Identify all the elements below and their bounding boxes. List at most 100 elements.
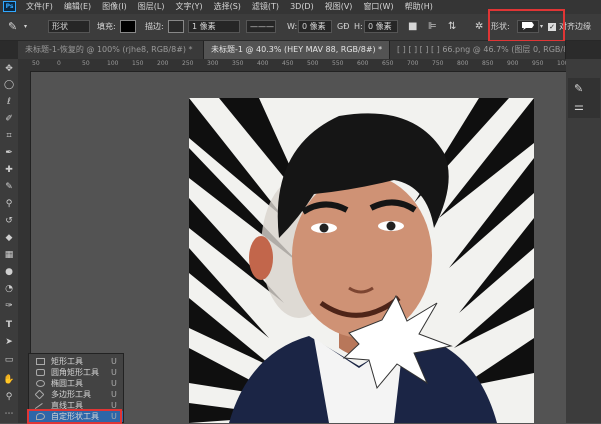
path-alignment-icon[interactable]: ⊫ [428, 14, 437, 40]
ruler-number: 50 [32, 60, 40, 67]
marquee-tool-icon[interactable]: ◯ [3, 79, 15, 91]
highlight-box-custom-shape [27, 409, 122, 424]
height-value: 0 像素 [368, 22, 392, 31]
more-tools-icon[interactable]: ⋯ [3, 408, 15, 420]
document-canvas[interactable] [189, 98, 534, 423]
ruler-number: 250 [182, 60, 194, 67]
stamp-tool-icon[interactable]: ⚲ [3, 198, 15, 210]
healing-tool-icon[interactable]: ✚ [3, 164, 15, 176]
menu-image[interactable]: 图像(I) [102, 0, 127, 14]
link-dimensions-icon[interactable]: GĐ [337, 14, 349, 40]
path-operations-icon[interactable]: ■ [408, 14, 417, 40]
zoom-tool-icon[interactable]: ⚲ [3, 391, 15, 403]
flyout-shortcut: U [111, 390, 117, 399]
flyout-shortcut: U [111, 379, 117, 388]
move-tool-icon[interactable]: ✥ [3, 63, 15, 75]
chevron-down-icon[interactable]: ▾ [24, 14, 27, 40]
tools-panel: ✥ ◯ ℓ ✐ ⌗ ✒ ✚ ✎ ⚲ ↺ ◆ ▦ ● ◔ ✑ T ➤ ▭ ✋ ⚲ … [0, 59, 18, 423]
width-field[interactable]: 0 像素 [298, 20, 332, 33]
flyout-shortcut: U [111, 368, 117, 377]
stroke-swatch[interactable] [168, 20, 184, 33]
brush-settings-icon[interactable]: ✎ [574, 82, 583, 95]
ruler-number: 450 [282, 60, 294, 67]
ruler-number: 50 [82, 60, 90, 67]
menu-3d[interactable]: 3D(D) [290, 0, 314, 14]
gear-icon[interactable]: ✲ [475, 14, 483, 40]
menu-help[interactable]: 帮助(H) [405, 0, 433, 14]
rectangle-tool-item[interactable]: 矩形工具 U [29, 356, 123, 367]
path-arrangement-icon[interactable]: ⇅ [448, 14, 456, 40]
shape-tool-icon[interactable]: ▭ [3, 354, 15, 366]
line-style-icon: ——— [250, 22, 274, 31]
flyout-label: 椭圆工具 [51, 379, 83, 388]
tab-label: 未标题-1 @ 40.3% (HEY MAV 88, RGB/8#) * [211, 45, 383, 54]
menu-layer[interactable]: 图层(L) [138, 0, 165, 14]
ellipse-icon [36, 380, 45, 387]
brush-tool-icon[interactable]: ✎ [3, 181, 15, 193]
rounded-rectangle-icon [36, 369, 45, 376]
eyedropper-tool-icon[interactable]: ✒ [3, 147, 15, 159]
stroke-style-select[interactable]: ——— [246, 20, 276, 33]
quick-select-tool-icon[interactable]: ✐ [3, 113, 15, 125]
ruler-number: 350 [232, 60, 244, 67]
hand-tool-icon[interactable]: ✋ [3, 374, 15, 386]
ruler-number: 150 [132, 60, 144, 67]
ruler-number: 100 [107, 60, 119, 67]
ruler-number: 900 [507, 60, 519, 67]
flyout-label: 矩形工具 [51, 357, 83, 366]
comic-portrait-artwork [189, 98, 534, 423]
tool-mode-select[interactable]: 形状 [48, 20, 90, 33]
width-label: W: [287, 22, 298, 31]
ellipse-tool-item[interactable]: 椭圆工具 U [29, 378, 123, 389]
menu-type[interactable]: 文字(Y) [175, 0, 202, 14]
menu-filter[interactable]: 滤镜(T) [252, 0, 279, 14]
tab-document-1[interactable]: 未标题-1-恢复的 @ 100% (rjhe8, RGB/8#) * [18, 41, 204, 59]
polygon-tool-item[interactable]: 多边形工具 U [29, 389, 123, 400]
menu-file[interactable]: 文件(F) [26, 0, 53, 14]
history-brush-tool-icon[interactable]: ↺ [3, 215, 15, 227]
menu-edit[interactable]: 编辑(E) [64, 0, 91, 14]
tool-mode-value: 形状 [52, 22, 68, 31]
ruler-number: 650 [382, 60, 394, 67]
height-field[interactable]: 0 像素 [364, 20, 398, 33]
highlight-box-shape [488, 9, 565, 42]
polygon-icon [34, 389, 45, 400]
blur-tool-icon[interactable]: ● [3, 266, 15, 278]
pen-tool-icon[interactable]: ✑ [3, 300, 15, 312]
photoshop-logo: Ps [3, 1, 16, 12]
path-select-tool-icon[interactable]: ➤ [3, 336, 15, 348]
ruler-number: 0 [57, 60, 61, 67]
crop-tool-icon[interactable]: ⌗ [3, 130, 15, 142]
type-tool-icon[interactable]: T [3, 319, 15, 331]
stroke-width-field[interactable]: 1 像素 [188, 20, 240, 33]
gradient-tool-icon[interactable]: ▦ [3, 249, 15, 261]
fill-swatch[interactable] [120, 20, 136, 33]
ruler-number: 300 [207, 60, 219, 67]
rounded-rectangle-tool-item[interactable]: 圆角矩形工具 U [29, 367, 123, 378]
menu-view[interactable]: 视图(V) [325, 0, 353, 14]
ruler-number: 550 [332, 60, 344, 67]
tab-label: 未标题-1-恢复的 @ 100% (rjhe8, RGB/8#) * [25, 45, 193, 54]
ruler-number: 950 [532, 60, 544, 67]
ruler-number: 500 [307, 60, 319, 67]
document-tabs: 未标题-1-恢复的 @ 100% (rjhe8, RGB/8#) * 未标题-1… [0, 41, 601, 59]
stroke-label: 描边: [145, 22, 164, 31]
tab-document-3[interactable]: [ ] [ ] [ ] [ ] 66.png @ 46.7% (图层 0, RG… [390, 41, 566, 59]
adjustments-icon[interactable]: ⚌ [574, 100, 584, 113]
tab-label: [ ] [ ] [ ] [ ] 66.png @ 46.7% (图层 0, RG… [397, 45, 566, 54]
pen-preset-icon[interactable]: ✎ [8, 14, 17, 40]
ruler-number: 750 [432, 60, 444, 67]
ruler-number: 400 [257, 60, 269, 67]
width-value: 0 像素 [302, 22, 326, 31]
flyout-label: 圆角矩形工具 [51, 368, 99, 377]
menu-select[interactable]: 选择(S) [214, 0, 241, 14]
flyout-label: 多边形工具 [51, 390, 91, 399]
tab-document-2[interactable]: 未标题-1 @ 40.3% (HEY MAV 88, RGB/8#) * [204, 41, 390, 59]
lasso-tool-icon[interactable]: ℓ [3, 96, 15, 108]
dodge-tool-icon[interactable]: ◔ [3, 283, 15, 295]
ruler-number: 200 [157, 60, 169, 67]
menu-items: 文件(F) 编辑(E) 图像(I) 图层(L) 文字(Y) 选择(S) 滤镜(T… [26, 0, 433, 14]
eraser-tool-icon[interactable]: ◆ [3, 232, 15, 244]
menu-window[interactable]: 窗口(W) [363, 0, 393, 14]
height-label: H: [354, 22, 363, 31]
